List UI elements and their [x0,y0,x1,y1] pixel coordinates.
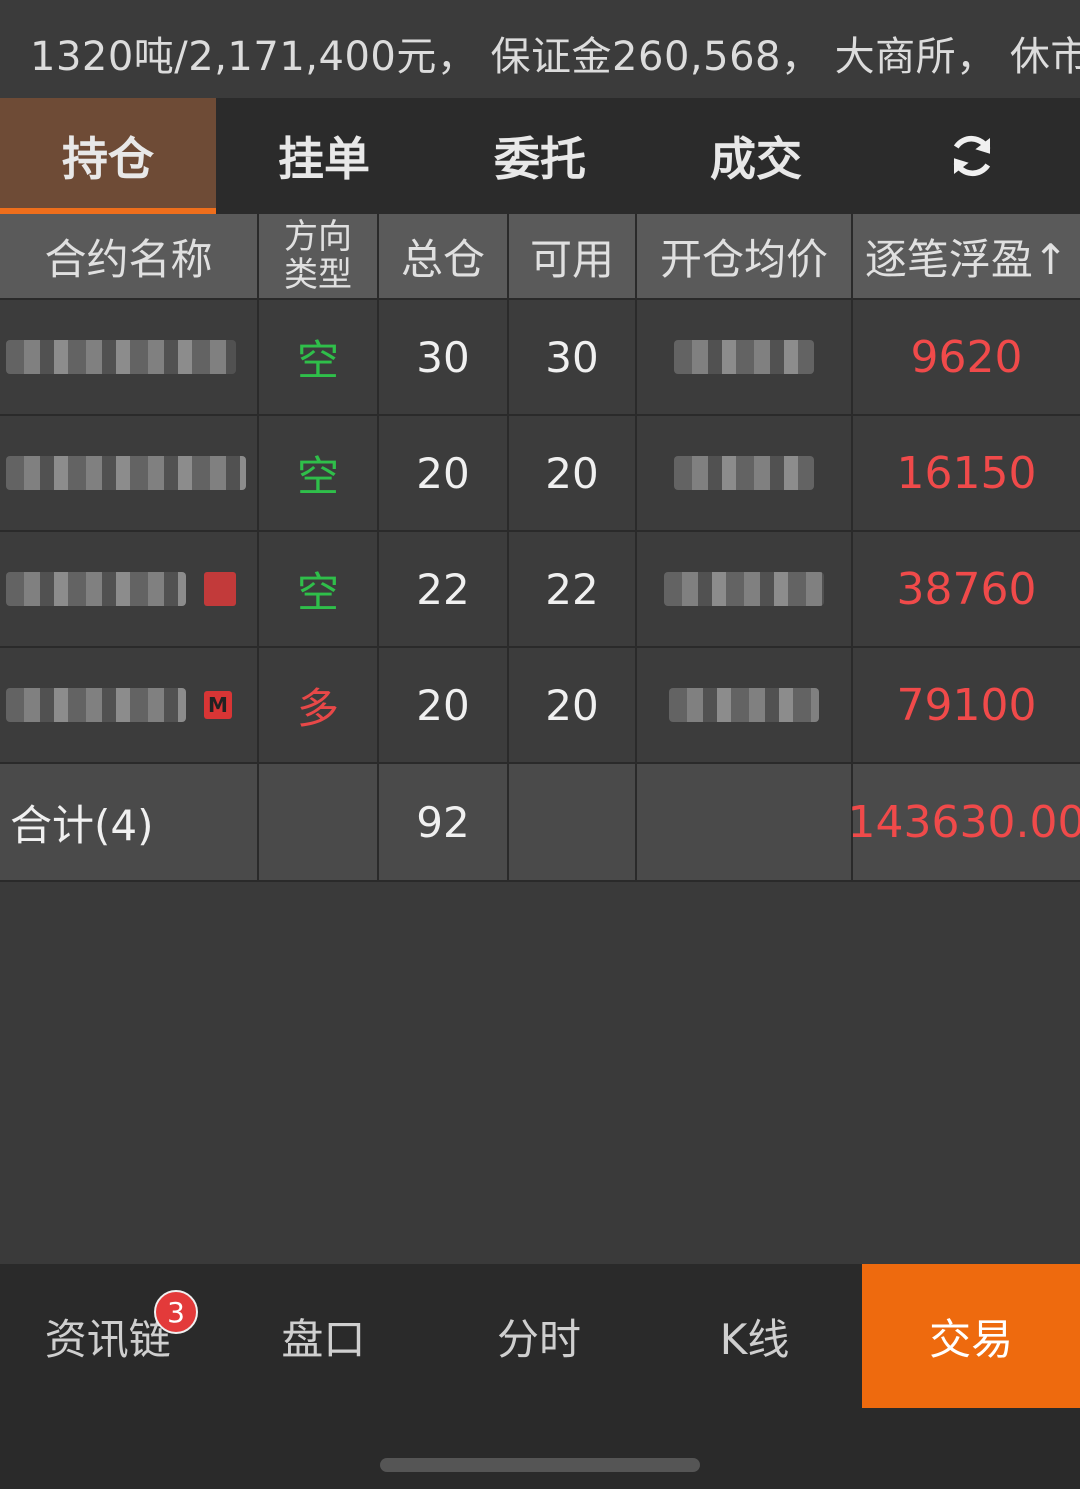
avg-price-redacted [637,300,853,414]
tab-positions[interactable]: 持仓 [0,98,216,214]
col-avg-price-header[interactable]: 开仓均价 [637,214,853,298]
table-row[interactable]: 空 20 20 16150 [0,416,1080,532]
nav-kline[interactable]: K线 [647,1264,863,1408]
pnl-value: 9620 [910,331,1023,383]
refresh-button[interactable] [864,98,1080,214]
col-pnl-header[interactable]: 逐笔浮盈↑ [853,214,1080,298]
total-value: 30 [379,300,509,414]
positions-table: 合约名称 方向 类型 总仓 可用 开仓均价 逐笔浮盈↑ 空 30 30 9620… [0,214,1080,882]
tab-trades[interactable]: 成交 [648,98,864,214]
home-indicator[interactable] [380,1458,700,1472]
summary-row: 合计(4) 92 143630.00 [0,764,1080,882]
contract-badge-icon [204,572,236,606]
col-direction-line2: 类型 [284,255,352,295]
contract-name-redacted [0,300,259,414]
summary-label: 合计(4) [0,764,259,880]
summary-pnl: 143630.00 [847,796,1080,848]
available-value: 30 [509,300,637,414]
summary-avg-price-empty [637,764,853,880]
contract-name-redacted [0,416,259,530]
total-value: 20 [379,648,509,762]
col-name-header[interactable]: 合约名称 [0,214,259,298]
summary-direction-empty [259,764,379,880]
total-value: 22 [379,532,509,646]
available-value: 20 [509,416,637,530]
ticker-bar: 1320吨/2,171,400元， 保证金260,568， 大商所， 休市 [0,0,1080,98]
contract-name-redacted: M [0,648,259,762]
pnl-value: 38760 [896,563,1037,615]
table-row[interactable]: 空 30 30 9620 [0,300,1080,416]
main-contract-badge: M [204,691,232,719]
direction-value: 空 [259,300,379,414]
nav-news-label: 资讯链 [44,1314,171,1364]
ticker-text: 1320吨/2,171,400元， 保证金260,568， 大商所， 休市 [30,34,1080,80]
table-row[interactable]: M 多 20 20 79100 [0,648,1080,764]
available-value: 22 [509,532,637,646]
system-gesture-area [0,1408,1080,1489]
avg-price-redacted [637,648,853,762]
col-available-header[interactable]: 可用 [509,214,637,298]
pnl-value: 79100 [896,679,1037,731]
avg-price-redacted [637,416,853,530]
contract-name-redacted [0,532,259,646]
nav-timeshare[interactable]: 分时 [431,1264,647,1408]
notification-badge: 3 [154,1290,198,1334]
available-value: 20 [509,648,637,762]
nav-orderbook[interactable]: 盘口 [216,1264,432,1408]
summary-available-empty [509,764,637,880]
bottom-nav: 资讯链 3 盘口 分时 K线 交易 [0,1264,1080,1408]
refresh-icon [953,135,991,177]
tab-bar: 持仓 挂单 委托 成交 [0,98,1080,214]
tab-pending-orders[interactable]: 挂单 [216,98,432,214]
direction-value: 多 [259,648,379,762]
avg-price-redacted [637,532,853,646]
tab-orders[interactable]: 委托 [432,98,648,214]
col-direction-line1: 方向 [284,217,352,257]
direction-value: 空 [259,532,379,646]
table-row[interactable]: 空 22 22 38760 [0,532,1080,648]
table-header: 合约名称 方向 类型 总仓 可用 开仓均价 逐笔浮盈↑ [0,214,1080,300]
col-total-header[interactable]: 总仓 [379,214,509,298]
nav-news[interactable]: 资讯链 3 [0,1264,216,1408]
col-direction-header[interactable]: 方向 类型 [259,214,379,298]
total-value: 20 [379,416,509,530]
pnl-value: 16150 [896,447,1037,499]
nav-trade-button[interactable]: 交易 [862,1264,1080,1408]
summary-total: 92 [379,764,509,880]
direction-value: 空 [259,416,379,530]
